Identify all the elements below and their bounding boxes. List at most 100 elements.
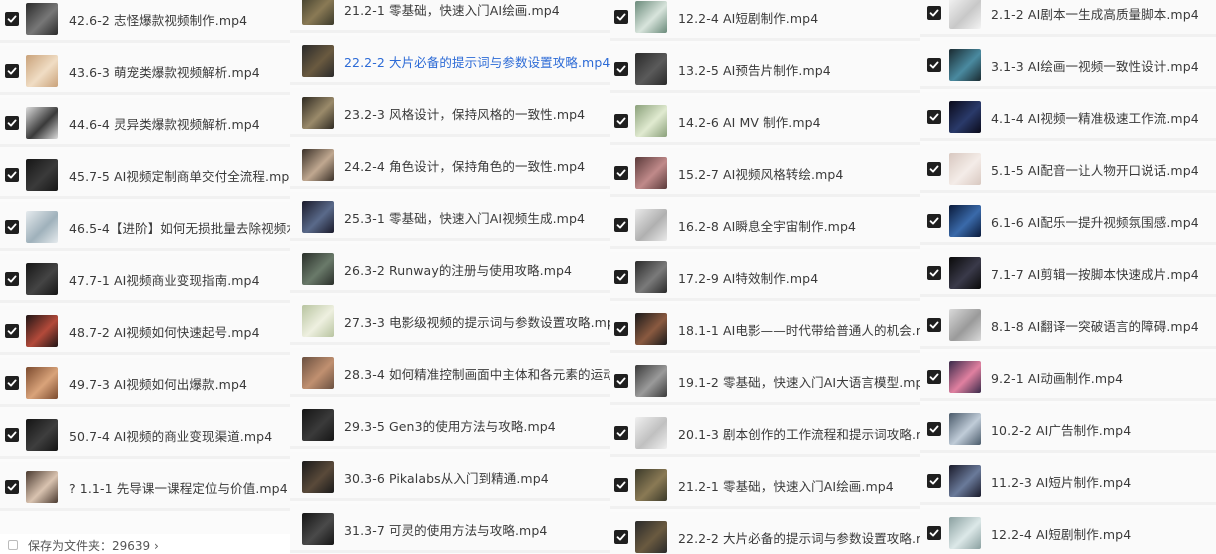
- checkbox-checked-icon[interactable]: [927, 110, 941, 124]
- checkbox-checked-icon[interactable]: [927, 58, 941, 72]
- file-row[interactable]: 47.7-1 AI视频商业变现指南.mp4: [0, 254, 290, 303]
- file-name[interactable]: 49.7-3 AI视频如何出爆款.mp4: [69, 374, 247, 393]
- file-row[interactable]: 46.5-4【进阶】如何无损批量去除视频水印: [0, 202, 290, 251]
- checkbox-checked-icon[interactable]: [5, 168, 19, 182]
- file-name[interactable]: 6.1-6 AI配乐一提升视频氛围感.mp4: [991, 212, 1199, 231]
- file-name[interactable]: 12.2-4 AI短剧制作.mp4: [991, 524, 1131, 543]
- file-name[interactable]: 46.5-4【进阶】如何无损批量去除视频水印: [69, 218, 290, 237]
- file-row[interactable]: 16.2-8 AI瞬息全宇宙制作.mp4: [610, 200, 920, 249]
- file-name[interactable]: 19.1-2 零基础，快速入门AI大语言模型.mp4: [678, 372, 920, 391]
- file-row[interactable]: 9.2-1 AI动画制作.mp4: [920, 352, 1216, 401]
- checkbox-checked-icon[interactable]: [5, 220, 19, 234]
- checkbox-checked-icon[interactable]: [5, 324, 19, 338]
- file-row[interactable]: 12.2-4 AI短剧制作.mp4: [610, 0, 920, 41]
- file-row[interactable]: 13.2-5 AI预告片制作.mp4: [610, 44, 920, 93]
- file-row[interactable]: 2.1-2 AI剧本一生成高质量脚本.mp4: [920, 0, 1216, 37]
- file-row[interactable]: 26.3-2 Runway的注册与使用攻略.mp4: [290, 244, 610, 293]
- file-name[interactable]: 24.2-4 角色设计，保持角色的一致性.mp4: [344, 156, 585, 175]
- file-name[interactable]: 2.1-2 AI剧本一生成高质量脚本.mp4: [991, 4, 1199, 23]
- file-row[interactable]: 28.3-4 如何精准控制画面中主体和各元素的运动.mp4: [290, 348, 610, 397]
- file-row[interactable]: 31.3-7 可灵的使用方法与攻略.mp4: [290, 504, 610, 553]
- file-row[interactable]: 21.2-1 零基础，快速入门AI绘画.mp4: [290, 0, 610, 33]
- file-name[interactable]: 17.2-9 AI特效制作.mp4: [678, 268, 818, 287]
- file-name[interactable]: 25.3-1 零基础，快速入门AI视频生成.mp4: [344, 208, 585, 227]
- file-row[interactable]: 42.6-2 志怪爆款视频制作.mp4: [0, 0, 290, 43]
- checkbox-checked-icon[interactable]: [614, 426, 628, 440]
- file-name[interactable]: 27.3-3 电影级视频的提示词与参数设置攻略.mp4: [344, 312, 610, 331]
- file-name[interactable]: 45.7-5 AI视频定制商单交付全流程.mp4: [69, 166, 290, 185]
- checkbox-checked-icon[interactable]: [927, 526, 941, 540]
- file-row[interactable]: 50.7-4 AI视频的商业变现渠道.mp4: [0, 410, 290, 459]
- file-row[interactable]: 10.2-2 AI广告制作.mp4: [920, 404, 1216, 453]
- checkbox-checked-icon[interactable]: [614, 530, 628, 544]
- file-row[interactable]: 21.2-1 零基础，快速入门AI绘画.mp4: [610, 460, 920, 509]
- file-name[interactable]: 11.2-3 AI短片制作.mp4: [991, 472, 1131, 491]
- file-row[interactable]: 49.7-3 AI视频如何出爆款.mp4: [0, 358, 290, 407]
- file-name[interactable]: 22.2-2 大片必备的提示词与参数设置攻略.mp4: [344, 52, 610, 71]
- file-name[interactable]: 3.1-3 AI绘画一视频一致性设计.mp4: [991, 56, 1199, 75]
- file-row[interactable]: 45.7-5 AI视频定制商单交付全流程.mp4: [0, 150, 290, 199]
- file-name[interactable]: 21.2-1 零基础，快速入门AI绘画.mp4: [344, 0, 560, 19]
- file-row[interactable]: 20.1-3 剧本创作的工作流程和提示词攻略.mp4: [610, 408, 920, 457]
- checkbox-checked-icon[interactable]: [614, 166, 628, 180]
- file-row[interactable]: 25.3-1 零基础，快速入门AI视频生成.mp4: [290, 192, 610, 241]
- file-row[interactable]: 4.1-4 AI视频一精准极速工作流.mp4: [920, 92, 1216, 141]
- checkbox-checked-icon[interactable]: [5, 480, 19, 494]
- file-name[interactable]: 18.1-1 AI电影——时代带给普通人的机会.mp4: [678, 320, 920, 339]
- file-row[interactable]: 5.1-5 AI配音一让人物开口说话.mp4: [920, 144, 1216, 193]
- file-name[interactable]: 47.7-1 AI视频商业变现指南.mp4: [69, 270, 260, 289]
- checkbox-checked-icon[interactable]: [614, 114, 628, 128]
- file-name[interactable]: ? 1.1-1 先导课一课程定位与价值.mp4: [69, 478, 288, 497]
- checkbox-checked-icon[interactable]: [614, 374, 628, 388]
- file-name[interactable]: 4.1-4 AI视频一精准极速工作流.mp4: [991, 108, 1199, 127]
- file-name[interactable]: 23.2-3 风格设计，保持风格的一致性.mp4: [344, 104, 585, 123]
- file-name[interactable]: 13.2-5 AI预告片制作.mp4: [678, 60, 831, 79]
- file-name[interactable]: 30.3-6 Pikalabs从入门到精通.mp4: [344, 468, 549, 487]
- checkbox-checked-icon[interactable]: [927, 214, 941, 228]
- checkbox-checked-icon[interactable]: [5, 272, 19, 286]
- checkbox-checked-icon[interactable]: [927, 370, 941, 384]
- file-row[interactable]: 29.3-5 Gen3的使用方法与攻略.mp4: [290, 400, 610, 449]
- file-row[interactable]: 12.2-4 AI短剧制作.mp4: [920, 508, 1216, 554]
- checkbox-checked-icon[interactable]: [5, 12, 19, 26]
- file-row[interactable]: 15.2-7 AI视频风格转绘.mp4: [610, 148, 920, 197]
- file-name[interactable]: 26.3-2 Runway的注册与使用攻略.mp4: [344, 260, 572, 279]
- save-folder-bar[interactable]: 保存为文件夹：29639 ›: [0, 534, 290, 554]
- file-name[interactable]: 12.2-4 AI短剧制作.mp4: [678, 8, 818, 27]
- checkbox-checked-icon[interactable]: [614, 62, 628, 76]
- checkbox-checked-icon[interactable]: [614, 478, 628, 492]
- file-row[interactable]: ? 1.1-1 先导课一课程定位与价值.mp4: [0, 462, 290, 511]
- checkbox-checked-icon[interactable]: [927, 474, 941, 488]
- file-row[interactable]: 19.1-2 零基础，快速入门AI大语言模型.mp4: [610, 356, 920, 405]
- checkbox-checked-icon[interactable]: [927, 422, 941, 436]
- file-row[interactable]: 14.2-6 AI MV 制作.mp4: [610, 96, 920, 145]
- file-name[interactable]: 8.1-8 AI翻译一突破语言的障碍.mp4: [991, 316, 1199, 335]
- checkbox-checked-icon[interactable]: [614, 218, 628, 232]
- file-name[interactable]: 21.2-1 零基础，快速入门AI绘画.mp4: [678, 476, 894, 495]
- file-name[interactable]: 16.2-8 AI瞬息全宇宙制作.mp4: [678, 216, 856, 235]
- checkbox-checked-icon[interactable]: [5, 428, 19, 442]
- file-row[interactable]: 7.1-7 AI剪辑一按脚本快速成片.mp4: [920, 248, 1216, 297]
- file-row[interactable]: 48.7-2 AI视频如何快速起号.mp4: [0, 306, 290, 355]
- file-row[interactable]: 43.6-3 萌宠类爆款视频解析.mp4: [0, 46, 290, 95]
- file-row[interactable]: 6.1-6 AI配乐一提升视频氛围感.mp4: [920, 196, 1216, 245]
- file-row[interactable]: 24.2-4 角色设计，保持角色的一致性.mp4: [290, 140, 610, 189]
- checkbox-checked-icon[interactable]: [927, 162, 941, 176]
- file-name[interactable]: 9.2-1 AI动画制作.mp4: [991, 368, 1123, 387]
- file-name[interactable]: 22.2-2 大片必备的提示词与参数设置攻略.mp4: [678, 528, 920, 547]
- file-name[interactable]: 15.2-7 AI视频风格转绘.mp4: [678, 164, 843, 183]
- file-row[interactable]: 18.1-1 AI电影——时代带给普通人的机会.mp4: [610, 304, 920, 353]
- checkbox-checked-icon[interactable]: [614, 322, 628, 336]
- file-row[interactable]: 17.2-9 AI特效制作.mp4: [610, 252, 920, 301]
- file-name[interactable]: 44.6-4 灵异类爆款视频解析.mp4: [69, 114, 260, 133]
- checkbox-checked-icon[interactable]: [5, 64, 19, 78]
- file-row[interactable]: 22.2-2 大片必备的提示词与参数设置攻略.mp4: [610, 512, 920, 554]
- file-name[interactable]: 28.3-4 如何精准控制画面中主体和各元素的运动.mp4: [344, 364, 610, 383]
- file-name[interactable]: 14.2-6 AI MV 制作.mp4: [678, 112, 821, 131]
- checkbox-checked-icon[interactable]: [5, 116, 19, 130]
- file-name[interactable]: 5.1-5 AI配音一让人物开口说话.mp4: [991, 160, 1199, 179]
- file-row[interactable]: 3.1-3 AI绘画一视频一致性设计.mp4: [920, 40, 1216, 89]
- file-name[interactable]: 7.1-7 AI剪辑一按脚本快速成片.mp4: [991, 264, 1199, 283]
- checkbox-checked-icon[interactable]: [614, 270, 628, 284]
- file-name[interactable]: 31.3-7 可灵的使用方法与攻略.mp4: [344, 520, 547, 539]
